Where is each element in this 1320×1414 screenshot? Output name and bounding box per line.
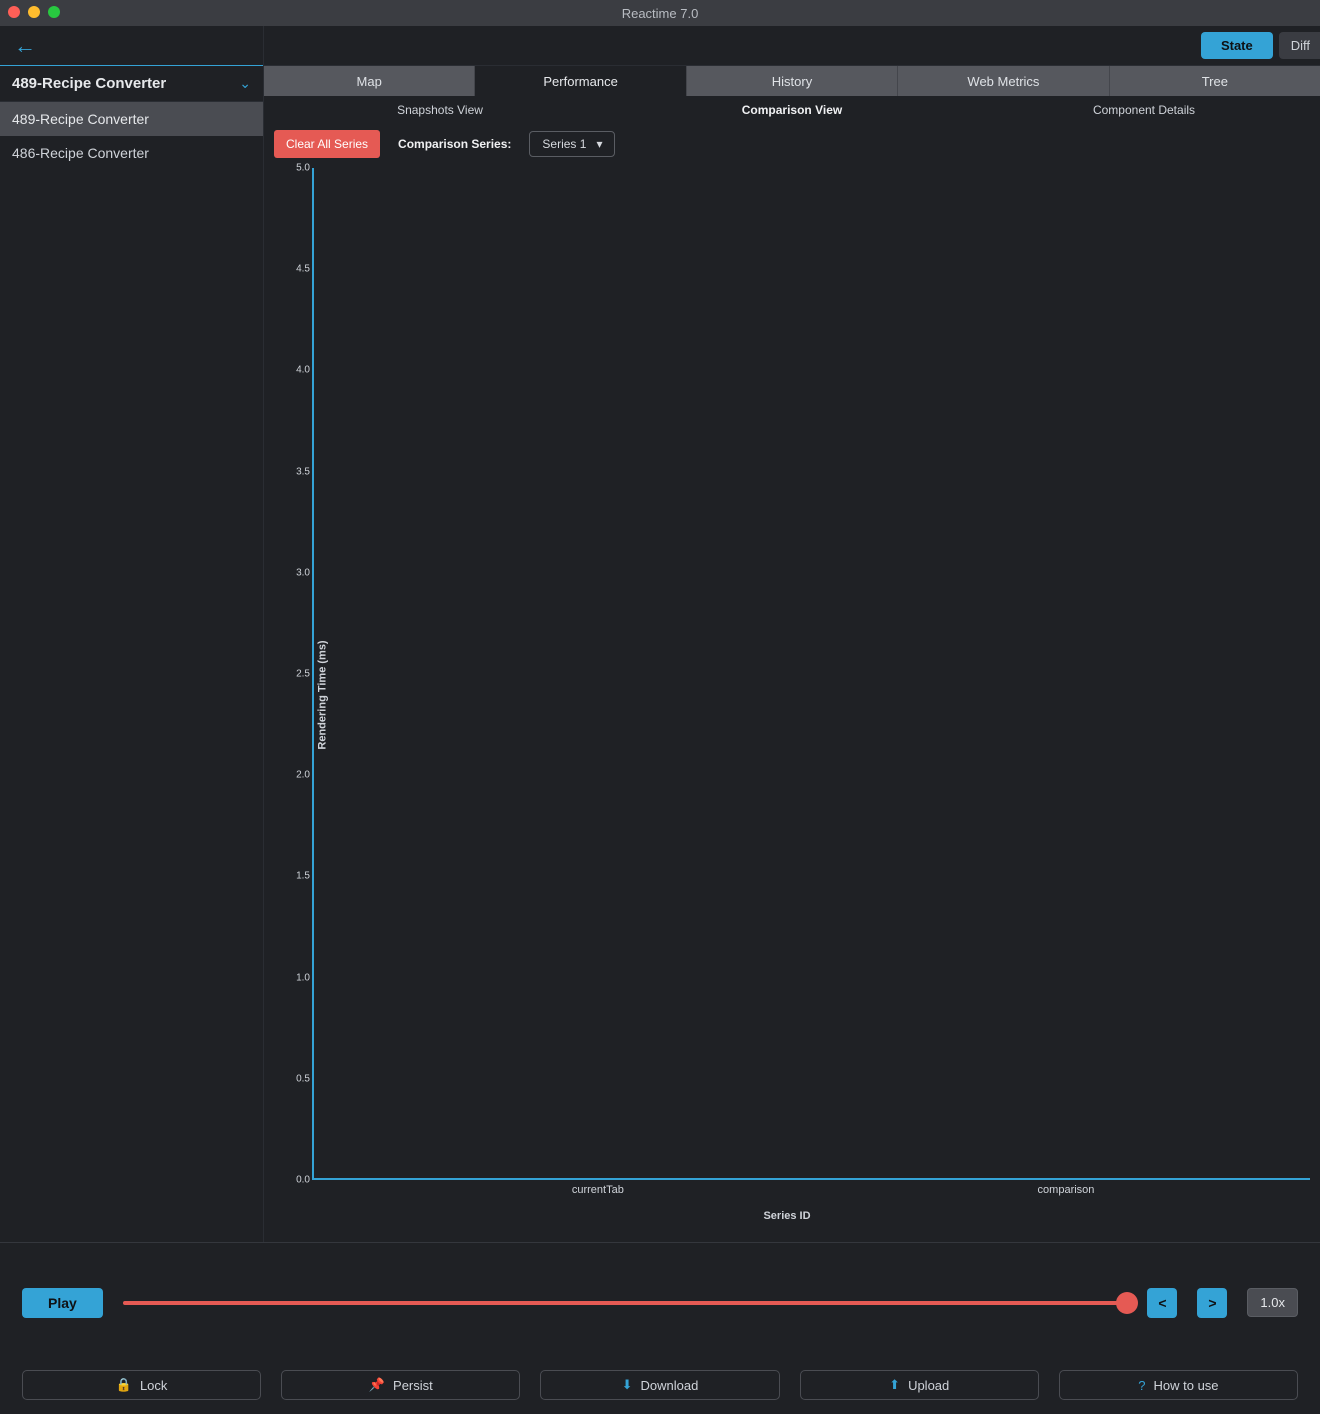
mode-tabs: MapPerformanceHistoryWeb MetricsTree (264, 66, 1320, 96)
comparison-series-label: Comparison Series: (398, 137, 511, 151)
timeline-slider[interactable] (123, 1301, 1128, 1305)
persist-button-label: Persist (393, 1378, 433, 1393)
y-tick: 4.5 (296, 264, 310, 275)
sub-tab-component-details[interactable]: Component Details (968, 96, 1320, 124)
mode-tab-web-metrics[interactable]: Web Metrics (898, 66, 1109, 96)
clear-all-series-button[interactable]: Clear All Series (274, 130, 380, 158)
lock-button-label: Lock (140, 1378, 167, 1393)
sidebar: ← 489-Recipe Converter ⌄ 489-Recipe Conv… (0, 26, 264, 1242)
mode-tab-history[interactable]: History (687, 66, 898, 96)
prev-snapshot-button[interactable]: < (1147, 1288, 1177, 1318)
persist-button[interactable]: 📌 Persist (281, 1370, 520, 1400)
playback-speed-select[interactable]: 1.0x (1247, 1288, 1298, 1317)
mode-tab-tree[interactable]: Tree (1110, 66, 1320, 96)
chevron-down-icon: ⌄ (239, 75, 251, 92)
back-arrow-icon: ← (14, 35, 36, 57)
mode-tab-performance[interactable]: Performance (475, 66, 686, 96)
lock-icon: 🔒 (116, 1377, 132, 1393)
y-tick: 2.0 (296, 770, 310, 781)
x-tick-currentTab: currentTab (414, 1178, 783, 1196)
y-tick: 0.5 (296, 1073, 310, 1084)
y-tick: 4.0 (296, 365, 310, 376)
comparison-controls: Clear All Series Comparison Series: Seri… (264, 124, 1320, 164)
y-tick: 1.0 (296, 972, 310, 983)
state-button[interactable]: State (1201, 32, 1273, 59)
x-axis-label: Series ID (763, 1210, 810, 1222)
how-to-use-button[interactable]: ? How to use (1059, 1370, 1298, 1400)
traffic-lights (8, 6, 60, 18)
y-tick: 2.5 (296, 669, 310, 680)
tabs-dropdown-label: 489-Recipe Converter (12, 75, 166, 92)
help-icon: ? (1138, 1378, 1145, 1393)
download-button[interactable]: ⬇ Download (540, 1370, 779, 1400)
lock-button[interactable]: 🔒 Lock (22, 1370, 261, 1400)
sub-tabs: Snapshots ViewComparison ViewComponent D… (264, 96, 1320, 124)
y-tick: 1.5 (296, 871, 310, 882)
y-tick: 5.0 (296, 163, 310, 174)
zoom-window-button[interactable] (48, 6, 60, 18)
y-tick: 0.0 (296, 1175, 310, 1186)
mode-tab-map[interactable]: Map (264, 66, 475, 96)
back-button[interactable]: ← (0, 26, 263, 66)
diff-button[interactable]: Diff (1279, 32, 1320, 59)
sub-tab-comparison-view[interactable]: Comparison View (616, 96, 968, 124)
download-icon: ⬇ (622, 1377, 633, 1393)
footer-actions: 🔒 Lock 📌 Persist ⬇ Download ⬆ Upload ? H… (0, 1362, 1320, 1414)
playback-bar: Play < > 1.0x (0, 1242, 1320, 1362)
y-tick: 3.5 (296, 466, 310, 477)
close-window-button[interactable] (8, 6, 20, 18)
chart-container: Rendering Time (ms) 0.00.51.01.52.02.53.… (264, 164, 1320, 1242)
series-select-value: Series 1 (542, 137, 586, 151)
next-snapshot-button[interactable]: > (1197, 1288, 1227, 1318)
minimize-window-button[interactable] (28, 6, 40, 18)
window-titlebar: Reactime 7.0 (0, 0, 1320, 26)
play-button[interactable]: Play (22, 1288, 103, 1318)
timeline-thumb[interactable] (1116, 1292, 1138, 1314)
how-to-use-label: How to use (1154, 1378, 1219, 1393)
sub-tab-snapshots-view[interactable]: Snapshots View (264, 96, 616, 124)
sidebar-item[interactable]: 489-Recipe Converter (0, 102, 263, 136)
top-right-controls: State Diff (264, 26, 1320, 66)
upload-button[interactable]: ⬆ Upload (800, 1370, 1039, 1400)
y-tick: 3.0 (296, 567, 310, 578)
upload-button-label: Upload (908, 1378, 949, 1393)
upload-icon: ⬆ (889, 1377, 900, 1393)
x-tick-comparison: comparison (882, 1178, 1251, 1196)
sidebar-item[interactable]: 486-Recipe Converter (0, 136, 263, 170)
chart-plot-area: currentTab comparison (312, 168, 1310, 1180)
pin-icon: 📌 (369, 1377, 385, 1393)
tabs-dropdown[interactable]: 489-Recipe Converter ⌄ (0, 66, 263, 102)
window-title: Reactime 7.0 (622, 6, 699, 21)
download-button-label: Download (641, 1378, 699, 1393)
series-select[interactable]: Series 1 ▾ (529, 131, 615, 157)
caret-down-icon: ▾ (596, 137, 602, 151)
